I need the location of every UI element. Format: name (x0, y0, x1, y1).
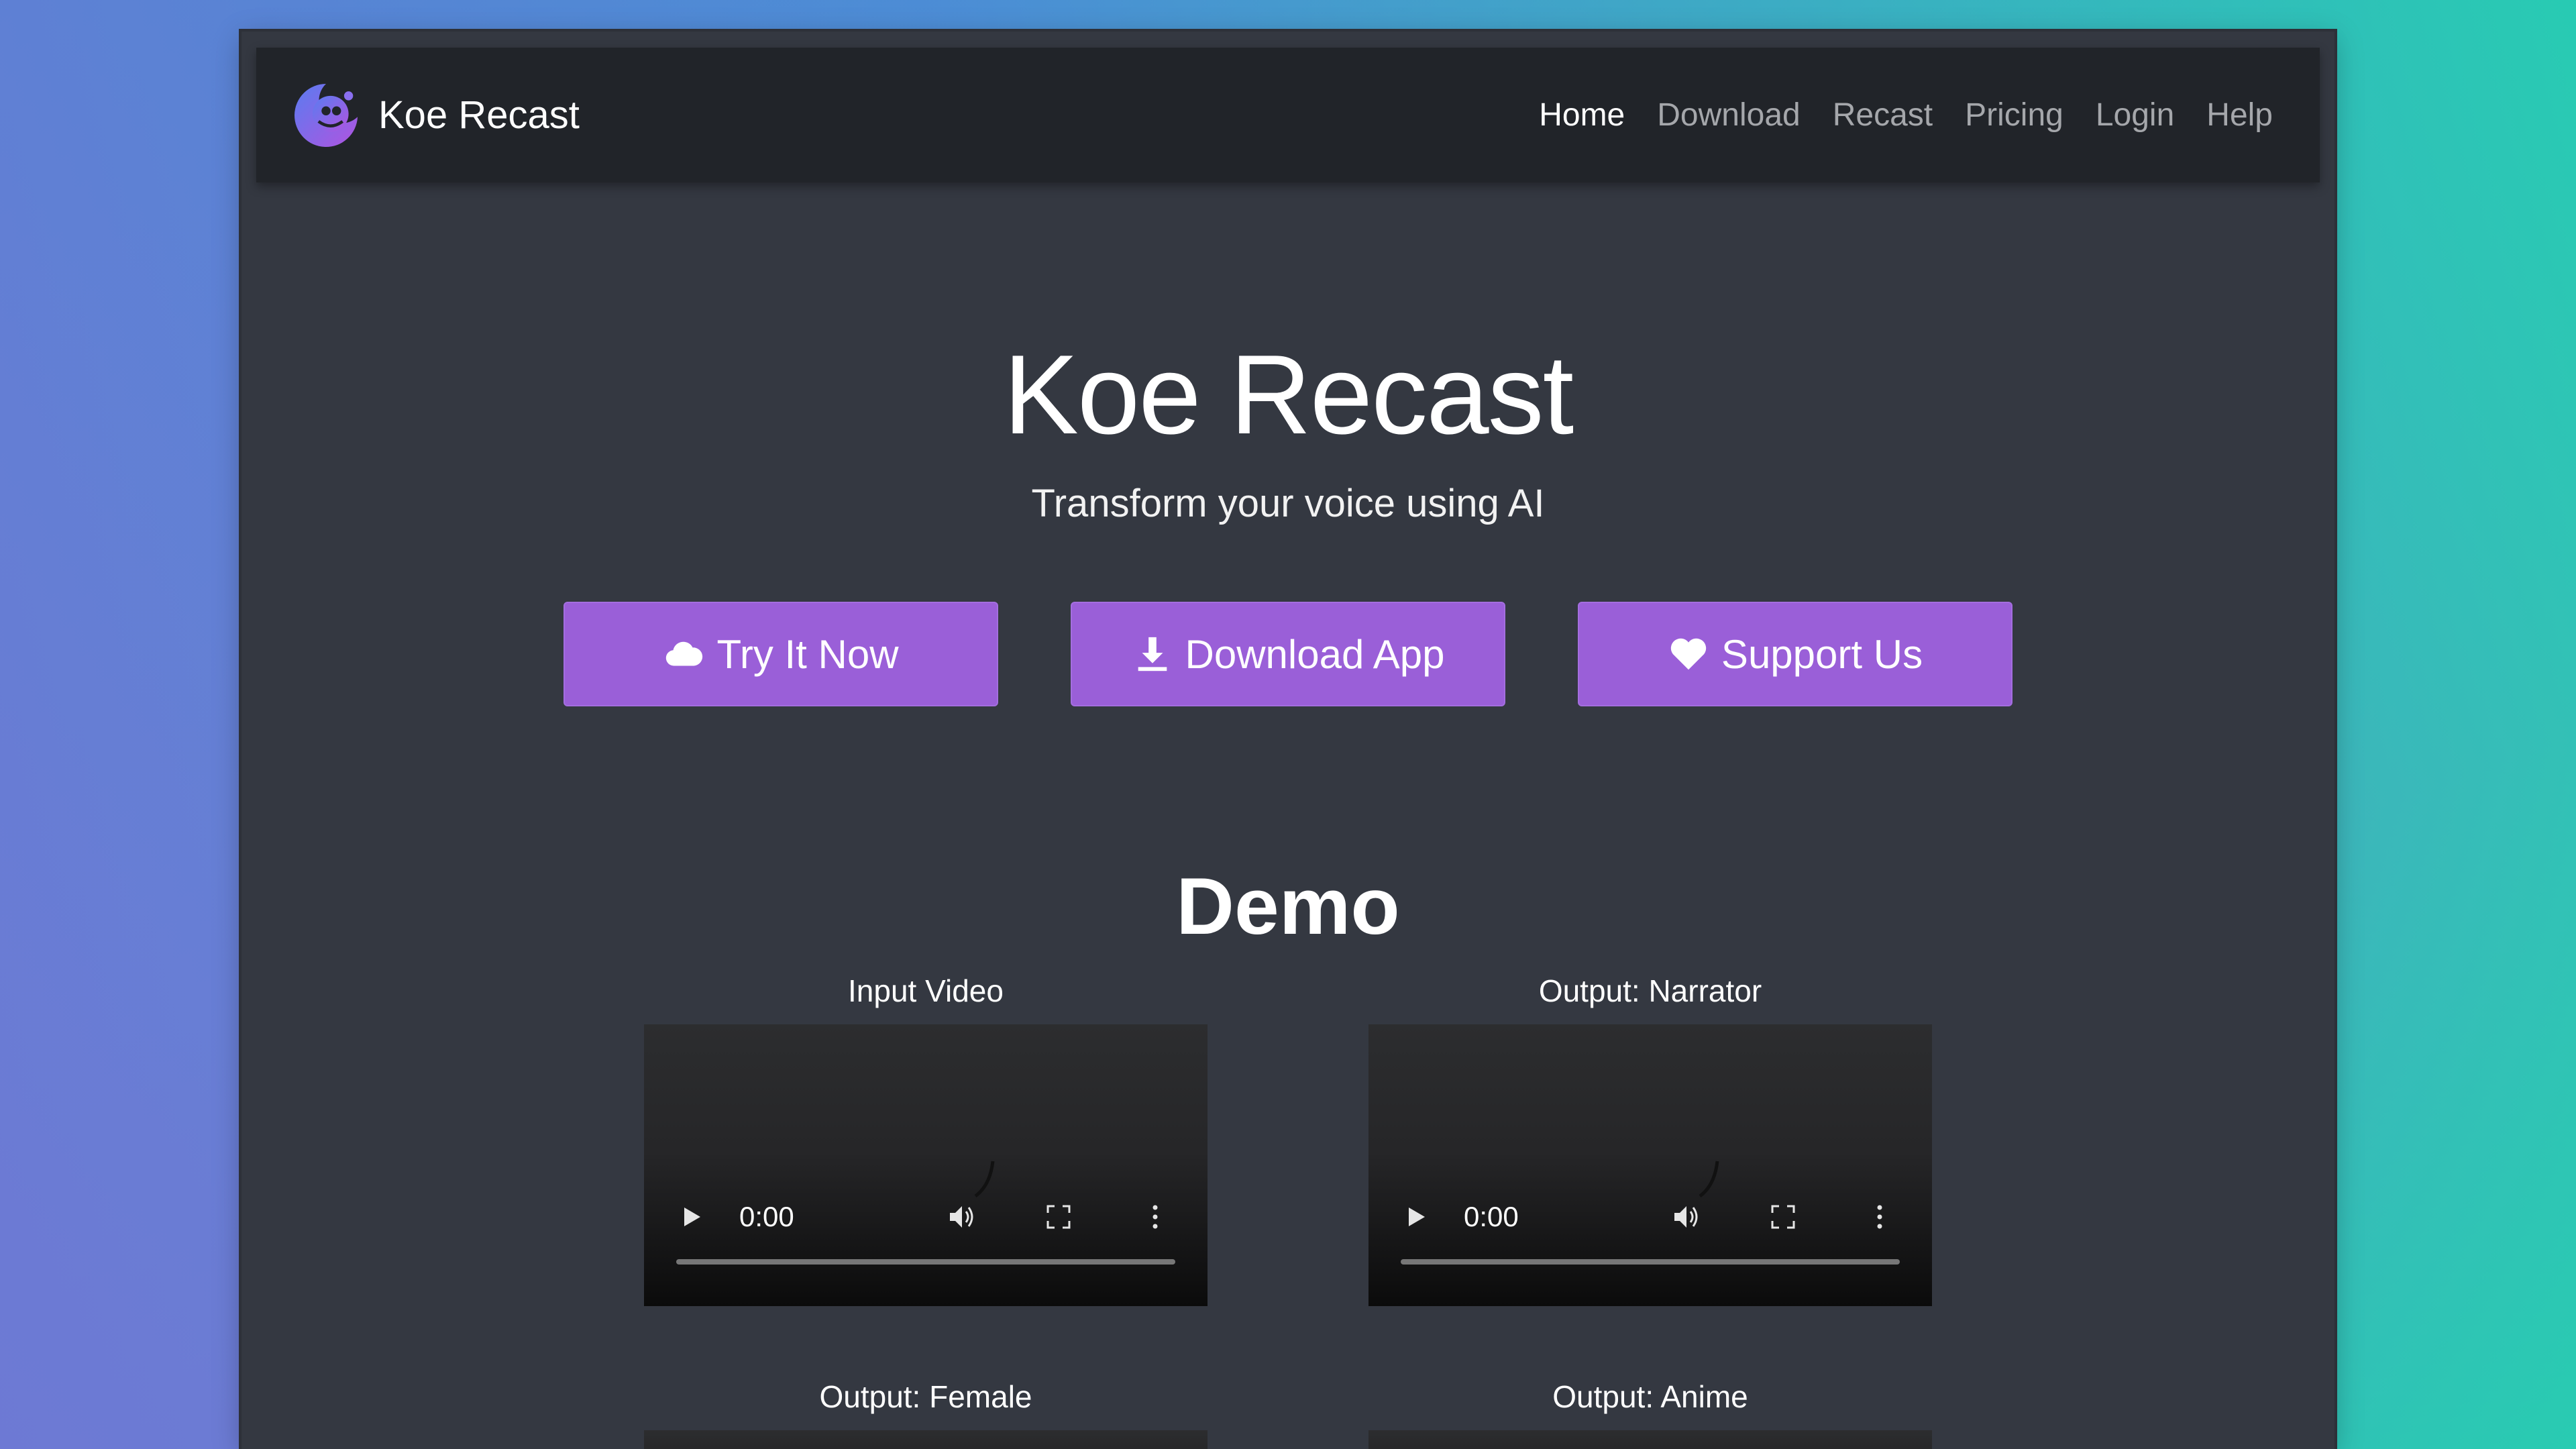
loading-spinner-icon (1699, 1161, 1719, 1198)
video-progress-bar[interactable] (676, 1259, 1175, 1265)
fullscreen-icon[interactable] (1768, 1202, 1798, 1235)
download-app-button[interactable]: Download App (1071, 602, 1505, 706)
support-us-label: Support Us (1721, 631, 1923, 677)
video-block-female: Output: Female (644, 1377, 1208, 1449)
video-block-anime: Output: Anime (1368, 1377, 1932, 1449)
nav-link-login[interactable]: Login (2096, 97, 2174, 133)
nav-link-help[interactable]: Help (2206, 97, 2273, 133)
heart-icon (1670, 638, 1707, 670)
fullscreen-icon[interactable] (1044, 1202, 1073, 1235)
browser-page: Koe Recast Home Download Recast Pricing … (241, 32, 2334, 1449)
more-options-icon[interactable] (1865, 1202, 1894, 1235)
video-block-input: Input Video 0:00 (644, 971, 1208, 1306)
video-label: Input Video (848, 973, 1004, 1008)
nav-link-download[interactable]: Download (1657, 97, 1800, 133)
video-time: 0:00 (1464, 1201, 1519, 1232)
video-progress-bar[interactable] (1401, 1259, 1900, 1265)
koe-recast-logo-icon (294, 83, 358, 147)
video-player[interactable]: 0:00 (644, 1024, 1208, 1306)
download-icon (1138, 637, 1167, 672)
support-us-button[interactable]: Support Us (1578, 602, 2012, 706)
hero-title: Koe Recast (1003, 331, 1574, 458)
play-icon[interactable] (676, 1202, 706, 1235)
nav-link-home[interactable]: Home (1539, 97, 1625, 133)
cloud-icon (666, 641, 703, 666)
video-time: 0:00 (739, 1201, 794, 1232)
play-icon[interactable] (1401, 1202, 1430, 1235)
hero-subtitle: Transform your voice using AI (1031, 482, 1545, 525)
nav-link-recast[interactable]: Recast (1833, 97, 1933, 133)
try-it-now-label: Try It Now (716, 631, 899, 677)
video-block-narrator: Output: Narrator 0:00 (1368, 971, 1932, 1306)
nav-links: Home Download Recast Pricing Login Help (1539, 97, 2273, 133)
demo-title: Demo (1176, 861, 1400, 951)
loading-spinner-icon (974, 1161, 995, 1198)
video-label: Output: Anime (1552, 1379, 1748, 1414)
volume-icon[interactable] (1672, 1202, 1701, 1235)
more-options-icon[interactable] (1140, 1202, 1170, 1235)
navbar: Koe Recast Home Download Recast Pricing … (256, 48, 2320, 182)
video-player[interactable] (1368, 1430, 1932, 1449)
download-app-label: Download App (1185, 631, 1445, 677)
nav-link-pricing[interactable]: Pricing (1965, 97, 2063, 133)
video-player[interactable]: 0:00 (1368, 1024, 1932, 1306)
brand[interactable]: Koe Recast (288, 78, 580, 153)
brand-name: Koe Recast (378, 93, 580, 137)
cta-buttons: Try It Now Download App Support Us (241, 602, 2334, 706)
video-label: Output: Female (819, 1379, 1032, 1414)
try-it-now-button[interactable]: Try It Now (564, 602, 998, 706)
video-label: Output: Narrator (1538, 973, 1762, 1008)
volume-icon[interactable] (947, 1202, 977, 1235)
video-player[interactable] (644, 1430, 1208, 1449)
